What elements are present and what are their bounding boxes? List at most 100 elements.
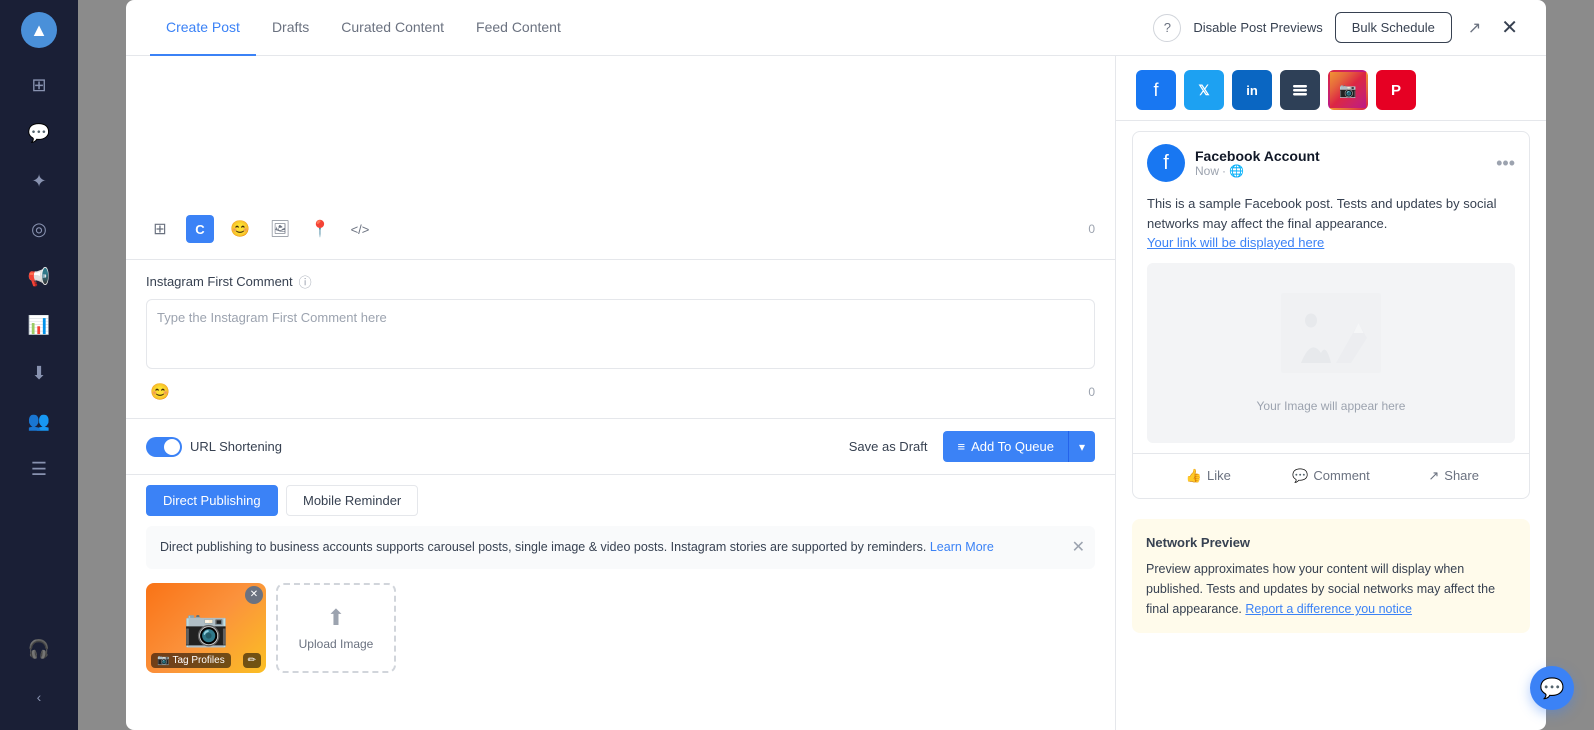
like-icon: 👍 <box>1186 468 1202 484</box>
sidebar-collapse-btn[interactable]: ‹ <box>18 676 60 718</box>
preview-actions: 👍 Like 💬 Comment ↗ Share <box>1133 453 1529 498</box>
modal-body: ⊞ C 😊 🖼 📍 </> 0 Instagram First Comment <box>126 56 1546 730</box>
preview-body: This is a sample Facebook post. Tests an… <box>1133 194 1529 263</box>
sidebar: ▲ ⊞ 💬 ✦ ◎ 📢 📊 ⬇ 👥 ☰ 🎧 ‹ <box>0 0 78 730</box>
url-shortening: URL Shortening <box>146 437 282 457</box>
bulk-schedule-button[interactable]: Bulk Schedule <box>1335 12 1452 43</box>
preview-card-header: f Facebook Account Now · 🌐 ••• <box>1133 132 1529 194</box>
globe-icon: 🌐 <box>1229 164 1244 178</box>
create-post-modal: Create Post Drafts Curated Content Feed … <box>126 0 1546 730</box>
tag-profiles-label[interactable]: 📷 Tag Profiles <box>151 653 231 668</box>
add-to-queue-button[interactable]: ≡ Add To Queue <box>943 431 1067 462</box>
sidebar-item-dashboard[interactable]: ⊞ <box>18 64 60 106</box>
queue-icon: ≡ <box>957 439 965 454</box>
info-banner: Direct publishing to business accounts s… <box>146 526 1095 569</box>
header-actions: ? Disable Post Previews Bulk Schedule ↗ … <box>1153 11 1522 44</box>
buffer-account-icon[interactable] <box>1280 70 1320 110</box>
comment-char-count: 0 <box>1088 385 1095 399</box>
code-icon[interactable]: </> <box>346 215 374 243</box>
media-area: 📷 ✕ 📷 Tag Profiles ✏ ⬆ Upload Image <box>126 579 1115 689</box>
instagram-comment-section: Instagram First Comment ⓘ 😊 0 <box>126 260 1115 419</box>
network-preview-section: Network Preview Preview approximates how… <box>1132 519 1530 634</box>
instagram-comment-textarea[interactable] <box>146 299 1095 369</box>
sidebar-item-analytics[interactable]: ✦ <box>18 160 60 202</box>
media-icon[interactable]: 🖼 <box>266 215 294 243</box>
emoji-icon[interactable]: 😊 <box>226 215 254 243</box>
tab-create-post[interactable]: Create Post <box>150 0 256 56</box>
modal-overlay: Create Post Drafts Curated Content Feed … <box>78 0 1594 730</box>
disable-preview-button[interactable]: Disable Post Previews <box>1193 20 1322 35</box>
media-thumbnail: 📷 ✕ 📷 Tag Profiles ✏ <box>146 583 266 673</box>
url-shortening-toggle[interactable] <box>146 437 182 457</box>
modal-header: Create Post Drafts Curated Content Feed … <box>126 0 1546 56</box>
instagram-icon-small: 📷 <box>157 655 169 666</box>
comment-toolbar: 😊 0 <box>146 378 1095 406</box>
pinterest-account-icon[interactable]: P <box>1376 70 1416 110</box>
comment-emoji-icon[interactable]: 😊 <box>146 378 174 406</box>
sidebar-item-monitor[interactable]: ◎ <box>18 208 60 250</box>
comment-label: Comment <box>1313 468 1369 483</box>
direct-publishing-tab[interactable]: Direct Publishing <box>146 485 278 516</box>
sidebar-item-users[interactable]: 👥 <box>18 400 60 442</box>
image-placeholder-icon <box>1281 293 1381 389</box>
upload-image-button[interactable]: ⬆ Upload Image <box>276 583 396 673</box>
save-draft-button[interactable]: Save as Draft <box>833 431 944 462</box>
tab-curated-content[interactable]: Curated Content <box>325 0 460 56</box>
twitter-account-icon[interactable]: 𝕏 <box>1184 70 1224 110</box>
preview-image-placeholder: Your Image will appear here <box>1147 263 1515 443</box>
facebook-account-icon[interactable]: f <box>1136 70 1176 110</box>
url-shortening-label: URL Shortening <box>190 439 282 454</box>
edit-media-button[interactable]: ✏ <box>243 653 261 668</box>
share-icon: ↗ <box>1428 468 1439 484</box>
char-count: 0 <box>1088 222 1095 236</box>
help-button[interactable]: ? <box>1153 14 1181 42</box>
mobile-reminder-tab[interactable]: Mobile Reminder <box>286 485 418 516</box>
chat-bubble-button[interactable]: 💬 <box>1530 666 1574 710</box>
preview-card: f Facebook Account Now · 🌐 ••• This <box>1132 131 1530 499</box>
post-editor: ⊞ C 😊 🖼 📍 </> 0 <box>126 56 1115 260</box>
info-banner-text: Direct publishing to business accounts s… <box>160 540 926 554</box>
preview-account-name: Facebook Account <box>1195 148 1320 164</box>
close-modal-button[interactable]: ✕ <box>1497 11 1522 44</box>
like-label: Like <box>1207 468 1231 483</box>
network-preview-title: Network Preview <box>1146 533 1516 554</box>
content-icon[interactable]: C <box>186 215 214 243</box>
template-icon[interactable]: ⊞ <box>146 215 174 243</box>
tab-drafts[interactable]: Drafts <box>256 0 325 56</box>
chat-bubble-icon: 💬 <box>1540 676 1565 701</box>
linkedin-account-icon[interactable]: in <box>1232 70 1272 110</box>
like-action-btn[interactable]: 👍 Like <box>1147 462 1270 490</box>
info-banner-close-btn[interactable]: ✕ <box>1072 536 1085 560</box>
preview-more-button[interactable]: ••• <box>1496 153 1515 174</box>
preview-avatar: f <box>1147 144 1185 182</box>
share-action-btn[interactable]: ↗ Share <box>1392 462 1515 490</box>
sidebar-item-campaigns[interactable]: 📢 <box>18 256 60 298</box>
sidebar-item-reports[interactable]: 📊 <box>18 304 60 346</box>
preview-link[interactable]: Your link will be displayed here <box>1147 235 1324 250</box>
sidebar-item-import[interactable]: ⬇ <box>18 352 60 394</box>
tab-feed-content[interactable]: Feed Content <box>460 0 577 56</box>
learn-more-link[interactable]: Learn More <box>930 540 994 554</box>
action-buttons: Save as Draft ≡ Add To Queue ▾ <box>833 431 1095 462</box>
queue-dropdown-button[interactable]: ▾ <box>1068 431 1095 462</box>
preview-image-text: Your Image will appear here <box>1257 399 1406 413</box>
comment-label: Instagram First Comment ⓘ <box>146 272 1095 291</box>
share-label: Share <box>1444 468 1479 483</box>
sidebar-item-feeds[interactable]: ☰ <box>18 448 60 490</box>
comment-info-icon[interactable]: ⓘ <box>299 272 312 291</box>
external-link-icon[interactable]: ↗ <box>1464 14 1485 42</box>
post-textarea[interactable] <box>146 72 1095 202</box>
toolbar-row: ⊞ C 😊 🖼 📍 </> 0 <box>146 207 1095 243</box>
remove-media-button[interactable]: ✕ <box>245 586 263 604</box>
publishing-tabs: Direct Publishing Mobile Reminder <box>126 475 1115 516</box>
comment-action-btn[interactable]: 💬 Comment <box>1270 462 1393 490</box>
report-difference-link[interactable]: Report a difference you notice <box>1245 602 1412 616</box>
social-icons-row: f 𝕏 in 📷 P <box>1116 56 1546 121</box>
app-logo[interactable]: ▲ <box>21 12 57 48</box>
comment-icon: 💬 <box>1292 468 1308 484</box>
sidebar-item-messages[interactable]: 💬 <box>18 112 60 154</box>
location-icon[interactable]: 📍 <box>306 215 334 243</box>
instagram-account-icon[interactable]: 📷 <box>1328 70 1368 110</box>
sidebar-item-support[interactable]: 🎧 <box>18 628 60 670</box>
modal-tabs: Create Post Drafts Curated Content Feed … <box>150 0 1153 56</box>
